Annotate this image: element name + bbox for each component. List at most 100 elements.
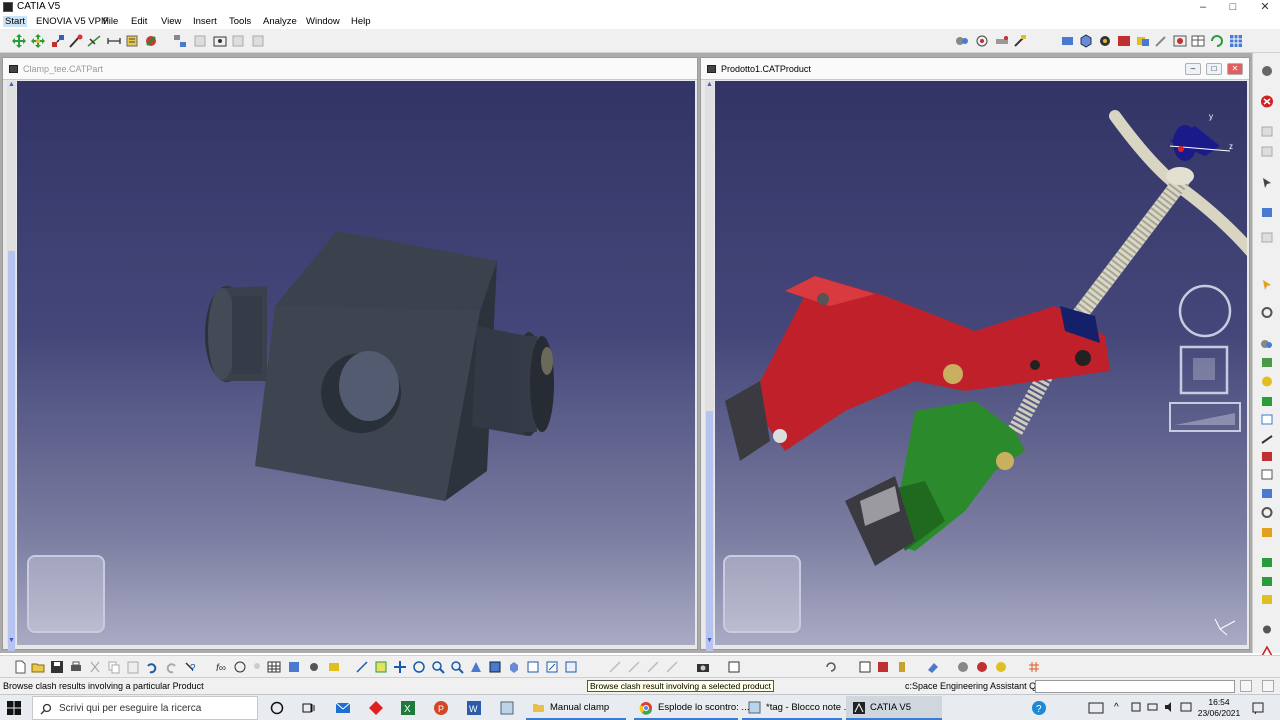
refresh-icon[interactable] xyxy=(1209,33,1225,49)
catalog-tool-icon[interactable] xyxy=(1260,526,1274,539)
catalog-icon[interactable] xyxy=(124,33,140,49)
status-button-1[interactable] xyxy=(1240,680,1252,692)
product-window-caption[interactable]: Prodotto1.CATProduct – □ ✕ xyxy=(701,58,1249,80)
help-circle-icon[interactable]: ? xyxy=(1031,700,1047,716)
explode-tool-icon[interactable] xyxy=(1260,395,1274,408)
task-notepad[interactable]: *tag - Blocco note ... xyxy=(742,696,852,720)
light-icon[interactable] xyxy=(250,660,264,674)
status-button-2[interactable] xyxy=(1262,680,1274,692)
task-manual-clamp[interactable]: Manual clamp xyxy=(526,696,626,720)
notepad-icon[interactable] xyxy=(499,700,515,716)
open-icon[interactable] xyxy=(31,660,45,674)
product-vertical-scrollbar[interactable]: ▲ ▼ xyxy=(705,81,714,651)
product-3d-viewport[interactable]: y z xyxy=(715,81,1247,645)
assembly-constraint-icon[interactable] xyxy=(954,33,970,49)
stop-icon[interactable] xyxy=(1260,95,1274,108)
clash-detect-icon[interactable] xyxy=(1135,33,1151,49)
scene-icon[interactable] xyxy=(1260,556,1274,569)
formula-icon[interactable]: f∞ xyxy=(215,660,229,674)
product-window[interactable]: Prodotto1.CATProduct – □ ✕ ▲ ▼ y z xyxy=(700,57,1250,651)
rotate-widget[interactable] xyxy=(1178,284,1232,338)
sensor-bar-icon[interactable] xyxy=(307,660,321,674)
task-chrome[interactable]: Esplode lo scontro: ... xyxy=(634,696,749,720)
close-button[interactable]: ✕ xyxy=(1250,0,1280,15)
snap-icon[interactable] xyxy=(30,33,46,49)
fix-icon[interactable] xyxy=(1012,33,1028,49)
powerpoint-icon[interactable]: P xyxy=(433,700,449,716)
part-window[interactable]: Clamp_tee.CATPart ▲ ▼ xyxy=(2,57,698,651)
snap-part-icon[interactable] xyxy=(1260,356,1274,369)
zoom-out-icon[interactable] xyxy=(450,660,464,674)
scroll-thumb[interactable] xyxy=(706,411,713,651)
fly-icon[interactable] xyxy=(355,660,369,674)
explode-icon[interactable] xyxy=(50,33,66,49)
settings-tool-icon[interactable] xyxy=(1260,506,1274,519)
scroll-down-arrow[interactable]: ▼ xyxy=(705,637,714,645)
component-icon[interactable] xyxy=(975,660,989,674)
network-icon[interactable] xyxy=(1130,701,1142,713)
camera-icon[interactable] xyxy=(696,660,710,674)
word-icon[interactable]: W xyxy=(466,700,482,716)
print-icon[interactable] xyxy=(69,660,83,674)
iso-view-icon[interactable] xyxy=(488,660,502,674)
notifications-icon[interactable] xyxy=(1251,701,1265,715)
menu-start[interactable]: Start xyxy=(3,16,28,27)
hide-show-icon[interactable] xyxy=(526,660,540,674)
tree-expand-icon[interactable] xyxy=(858,660,872,674)
rotate-icon[interactable] xyxy=(412,660,426,674)
menu-help[interactable]: Help xyxy=(351,16,371,27)
zoom-in-icon[interactable] xyxy=(431,660,445,674)
part-window-caption[interactable]: Clamp_tee.CATPart xyxy=(3,58,697,80)
part-icon[interactable] xyxy=(994,660,1008,674)
simulation-icon[interactable] xyxy=(1260,593,1274,606)
table-icon[interactable] xyxy=(1190,33,1206,49)
menu-edit[interactable]: Edit xyxy=(131,16,147,27)
scroll-down-arrow[interactable]: ▼ xyxy=(7,637,16,645)
section-icon[interactable] xyxy=(1116,33,1132,49)
cursor-icon[interactable] xyxy=(1260,176,1274,189)
wizard-icon[interactable] xyxy=(287,660,301,674)
publish-icon[interactable] xyxy=(876,660,890,674)
clash-tool-icon[interactable] xyxy=(1260,450,1274,463)
sectioning-icon[interactable] xyxy=(86,33,102,49)
volume-icon[interactable] xyxy=(1164,701,1176,713)
pan-icon[interactable] xyxy=(393,660,407,674)
taskbar-search-box[interactable]: Scrivi qui per eseguire la ricerca xyxy=(32,696,258,720)
update-all-icon[interactable] xyxy=(824,660,838,674)
product-close-button[interactable]: ✕ xyxy=(1227,63,1243,75)
macro-icon[interactable] xyxy=(327,660,341,674)
menu-analyze[interactable]: Analyze xyxy=(263,16,297,27)
menu-insert[interactable]: Insert xyxy=(193,16,217,27)
task-view-icon[interactable] xyxy=(302,701,316,715)
gear-icon[interactable] xyxy=(1260,306,1274,319)
maximize-button[interactable]: □ xyxy=(1218,0,1248,15)
move-icon[interactable] xyxy=(11,33,27,49)
table-tool-icon[interactable] xyxy=(1260,468,1274,481)
select-arrow-icon[interactable] xyxy=(1260,278,1274,291)
grid-snap-icon[interactable] xyxy=(1027,660,1041,674)
product-icon[interactable] xyxy=(143,33,159,49)
normal-view-icon[interactable] xyxy=(469,660,483,674)
pen-icon[interactable] xyxy=(1153,33,1169,49)
undo-icon[interactable] xyxy=(144,660,158,674)
scroll-thumb[interactable] xyxy=(8,251,15,651)
check-icon[interactable] xyxy=(1260,413,1274,426)
task-catia[interactable]: CATIA V5 xyxy=(846,696,942,720)
menu-enovia[interactable]: ENOVIA V5 VPM xyxy=(36,16,109,27)
scroll-up-arrow[interactable]: ▲ xyxy=(705,81,714,89)
swap-visible-icon[interactable] xyxy=(545,660,559,674)
constraint-icon[interactable] xyxy=(1260,338,1274,351)
part-3d-viewport[interactable] xyxy=(17,81,695,645)
new-icon[interactable] xyxy=(13,660,27,674)
minimize-button[interactable]: – xyxy=(1188,0,1218,15)
eraser-icon[interactable] xyxy=(926,660,940,674)
view-mode-icon[interactable] xyxy=(1060,33,1076,49)
grid-icon[interactable] xyxy=(1228,33,1244,49)
tray-up-arrow-icon[interactable]: ^ xyxy=(1114,702,1119,713)
copy-tool-icon[interactable] xyxy=(1260,487,1274,500)
menu-tools[interactable]: Tools xyxy=(229,16,251,27)
language-icon[interactable] xyxy=(1180,701,1192,713)
product-restore-button[interactable]: □ xyxy=(1206,63,1222,75)
clash-icon[interactable] xyxy=(68,33,84,49)
mail-icon[interactable] xyxy=(335,700,351,716)
